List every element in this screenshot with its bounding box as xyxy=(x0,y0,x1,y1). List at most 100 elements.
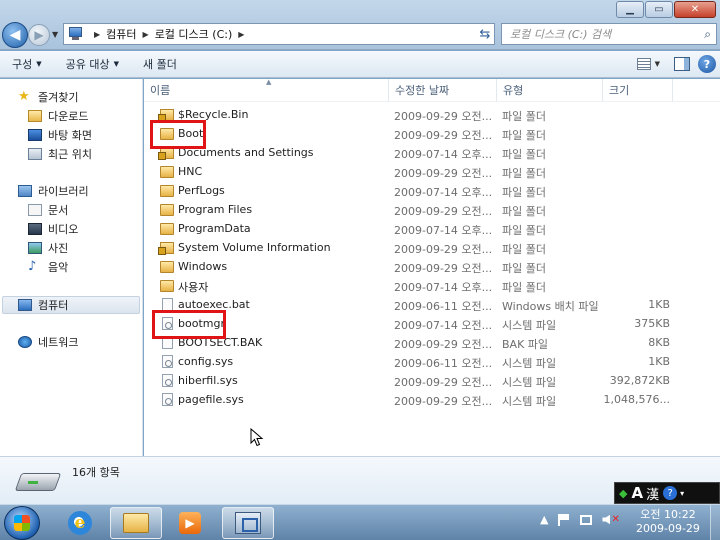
nav-item-music[interactable]: ♪ 음악 xyxy=(28,258,68,276)
nav-item-favorites[interactable]: ★ 즐겨찾기 xyxy=(18,88,78,106)
new-folder-button[interactable]: 새 폴더 xyxy=(131,56,189,72)
preview-pane-icon[interactable] xyxy=(674,57,690,71)
show-hidden-icons-icon[interactable]: ▲ xyxy=(540,513,548,526)
file-date: 2009-06-11 오전... xyxy=(394,300,493,313)
recent-places-icon xyxy=(28,148,42,160)
ime-mode-toggle[interactable]: A xyxy=(631,484,643,502)
nav-label: 문서 xyxy=(48,204,69,217)
recent-pages-dropdown[interactable]: ▼ xyxy=(52,30,58,39)
desktop-icon xyxy=(28,129,42,141)
file-type: 시스템 파일 xyxy=(502,376,557,389)
windows-logo-icon xyxy=(14,515,30,531)
refresh-button[interactable]: ⇆ xyxy=(475,24,495,44)
file-type: 파일 폴더 xyxy=(502,129,546,142)
file-row[interactable]: BOOTSECT.BAK 2009-09-29 오전... BAK 파일 8KB xyxy=(144,334,720,353)
media-player-icon: ▶ xyxy=(179,512,201,534)
breadcrumb-computer[interactable]: 컴퓨터 xyxy=(106,26,136,42)
ime-help-icon[interactable]: ? xyxy=(663,486,678,500)
chevron-down-icon[interactable]: ▼ xyxy=(655,60,660,68)
window-controls: ▁ ▭ ✕ xyxy=(615,1,716,18)
file-row[interactable]: config.sys 2009-06-11 오전... 시스템 파일 1KB xyxy=(144,353,720,372)
taskbar: e ▶ ▲ ✕ 오전 10:22 2009-09-29 xyxy=(0,504,720,540)
file-size: 1KB xyxy=(648,355,670,368)
folder-icon xyxy=(160,261,174,273)
file-row[interactable]: $Recycle.Bin 2009-09-29 오전... 파일 폴더 xyxy=(144,106,720,125)
clock[interactable]: 오전 10:22 2009-09-29 xyxy=(636,508,700,536)
breadcrumb-local-disk[interactable]: 로컬 디스크 (C:) xyxy=(155,26,233,42)
file-type: 파일 폴더 xyxy=(502,110,546,123)
nav-item-libraries[interactable]: 라이브러리 xyxy=(18,182,89,200)
forward-button[interactable]: ▶ xyxy=(28,24,50,46)
minimize-button[interactable]: ▁ xyxy=(616,1,644,18)
file-date: 2009-07-14 오후... xyxy=(394,186,493,199)
nav-item-computer[interactable]: 컴퓨터 xyxy=(18,296,68,314)
file-date: 2009-09-29 오전... xyxy=(394,395,493,408)
nav-item-pictures[interactable]: 사진 xyxy=(28,239,68,257)
address-bar[interactable]: ▶ 컴퓨터 ▶ 로컬 디스크 (C:) ▶ xyxy=(63,23,495,45)
breadcrumb-separator-icon[interactable]: ▶ xyxy=(94,30,100,39)
view-options-icon[interactable] xyxy=(636,58,651,70)
help-icon[interactable]: ? xyxy=(698,55,716,73)
file-type: 파일 폴더 xyxy=(502,167,546,180)
file-name: System Volume Information xyxy=(178,241,331,254)
file-date: 2009-07-14 오후... xyxy=(394,224,493,237)
show-desktop-button[interactable] xyxy=(710,505,720,540)
file-row[interactable]: hiberfil.sys 2009-09-29 오전... 시스템 파일 392,87… xyxy=(144,372,720,391)
file-row[interactable]: System Volume Information 2009-09-29 오전..… xyxy=(144,239,720,258)
close-button[interactable]: ✕ xyxy=(674,1,716,18)
pictures-icon xyxy=(28,242,42,254)
column-label: 유형 xyxy=(503,84,524,97)
file-row[interactable]: Documents and Settings 2009-07-14 오후... 파일… xyxy=(144,144,720,163)
nav-item-recent[interactable]: 최근 위치 xyxy=(28,145,92,163)
share-menu[interactable]: 공유 대상 ▼ xyxy=(54,56,131,72)
search-placeholder: 로컬 디스크 (C:) 검색 xyxy=(510,28,612,41)
ime-hanja-button[interactable]: 漢 xyxy=(646,484,659,503)
file-row[interactable]: PerfLogs 2009-07-14 오후... 파일 폴더 xyxy=(144,182,720,201)
taskbar-internet-explorer[interactable]: e xyxy=(54,507,106,539)
file-row[interactable]: pagefile.sys 2009-09-29 오전... 시스템 파일 1,048,… xyxy=(144,391,720,410)
column-header-date[interactable]: 수정한 날짜 xyxy=(389,79,497,101)
column-label: 수정한 날짜 xyxy=(395,84,450,97)
file-row[interactable]: autoexec.bat 2009-06-11 오전... Windows 배치 파… xyxy=(144,296,720,315)
column-header-size[interactable]: 크기 xyxy=(603,79,673,101)
file-row[interactable]: HNC 2009-09-29 오전... 파일 폴더 xyxy=(144,163,720,182)
search-icon[interactable]: ⌕ xyxy=(704,27,711,42)
file-date: 2009-09-29 오전... xyxy=(394,243,493,256)
nav-item-documents[interactable]: 문서 xyxy=(28,201,68,219)
network-icon xyxy=(18,336,32,348)
column-header-name[interactable]: 이름 ▲ xyxy=(144,78,389,101)
mute-icon: ✕ xyxy=(611,514,620,525)
ime-language-bar[interactable]: ◆ A 漢 ? ▾ xyxy=(614,482,720,504)
file-row[interactable]: Boot 2009-09-29 오전... 파일 폴더 xyxy=(144,125,720,144)
organize-menu[interactable]: 구성 ▼ xyxy=(0,56,54,72)
nav-label: 최근 위치 xyxy=(48,148,92,161)
taskbar-network-app[interactable] xyxy=(222,507,274,539)
nav-item-downloads[interactable]: 다운로드 xyxy=(28,107,88,125)
file-row[interactable]: Windows 2009-09-29 오전... 파일 폴더 xyxy=(144,258,720,277)
action-center-flag-icon[interactable] xyxy=(558,513,570,526)
taskbar-explorer[interactable] xyxy=(110,507,162,539)
speaker-icon[interactable] xyxy=(602,514,611,525)
nav-item-network[interactable]: 네트워크 xyxy=(18,333,78,351)
file-row[interactable]: Program Files 2009-09-29 오전... 파일 폴더 xyxy=(144,201,720,220)
back-button[interactable]: ◀ xyxy=(2,22,28,48)
nav-item-desktop[interactable]: 바탕 화면 xyxy=(28,126,92,144)
file-row[interactable]: ProgramData 2009-07-14 오후... 파일 폴더 xyxy=(144,220,720,239)
column-header-type[interactable]: 유형 xyxy=(497,79,603,101)
taskbar-media-player[interactable]: ▶ xyxy=(164,507,216,539)
breadcrumb-separator-icon[interactable]: ▶ xyxy=(143,30,149,39)
item-count: 16개 항목 xyxy=(72,466,120,479)
file-date: 2009-09-29 오전... xyxy=(394,338,493,351)
file-row[interactable]: 사용자 2009-07-14 오후... 파일 폴더 xyxy=(144,277,720,296)
nav-label: 즐겨찾기 xyxy=(38,91,79,104)
nav-item-videos[interactable]: 비디오 xyxy=(28,220,78,238)
maximize-button[interactable]: ▭ xyxy=(645,1,673,18)
ime-options-icon[interactable]: ▾ xyxy=(680,489,684,498)
search-input[interactable]: 로컬 디스크 (C:) 검색 ⌕ xyxy=(501,23,717,45)
file-type: 파일 폴더 xyxy=(502,243,546,256)
breadcrumb-separator-icon[interactable]: ▶ xyxy=(238,30,244,39)
nav-label: 네트워크 xyxy=(38,336,79,349)
network-status-icon[interactable] xyxy=(580,514,593,525)
file-row[interactable]: bootmgr 2009-07-14 오전... 시스템 파일 375KB xyxy=(144,315,720,334)
start-button[interactable] xyxy=(4,506,40,540)
